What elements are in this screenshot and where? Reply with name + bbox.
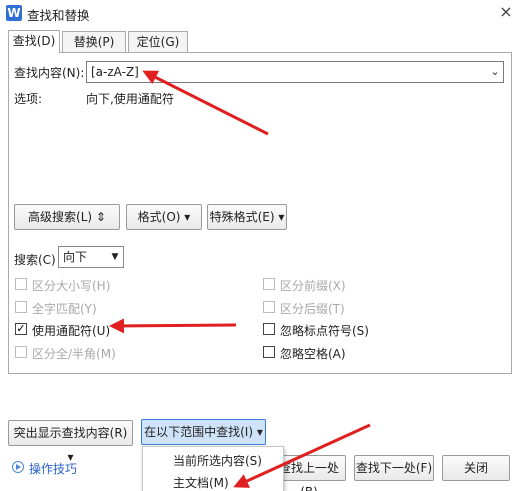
match-prefix-label: 区分前缀(X) — [280, 279, 346, 293]
find-what-label: 查找内容(N): — [14, 66, 85, 80]
wps-writer-icon: W — [6, 5, 22, 21]
special-format-button[interactable]: 特殊格式(E) ▾ — [207, 204, 287, 230]
tips-link[interactable]: 操作技巧 — [29, 460, 77, 477]
match-prefix-checkbox[interactable] — [263, 278, 275, 290]
format-button[interactable]: 格式(O) ▾ — [126, 204, 202, 230]
find-in-scope-button[interactable]: 在以下范围中查找(I) ▾ — [141, 419, 266, 445]
options-label: 选项: — [14, 92, 43, 106]
use-wildcards-checkbox[interactable]: ✓ — [15, 323, 27, 335]
ignore-punctuation-checkbox[interactable] — [263, 323, 275, 335]
whole-word-label: 全字匹配(Y) — [32, 302, 97, 316]
whole-word-checkbox[interactable] — [15, 301, 27, 313]
checkmark-icon: ✓ — [16, 322, 26, 335]
find-next-button[interactable]: 查找下一处(F) — [354, 455, 434, 481]
advanced-search-button[interactable]: 高级搜索(L) ⇕ — [14, 204, 120, 230]
scope-menu: 当前所选内容(S) 主文档(M) — [142, 446, 284, 491]
close-icon[interactable]: × — [496, 2, 516, 22]
search-direction-label: 搜索(C) — [14, 253, 56, 267]
match-case-checkbox[interactable] — [15, 278, 27, 290]
match-width-checkbox[interactable] — [15, 346, 27, 358]
match-suffix-label: 区分后缀(T) — [280, 302, 345, 316]
menu-item-current-selection[interactable]: 当前所选内容(S) — [143, 450, 283, 472]
close-button[interactable]: 关闭 — [442, 455, 510, 481]
ignore-space-checkbox[interactable] — [263, 346, 275, 358]
menu-item-main-document[interactable]: 主文档(M) — [143, 472, 283, 491]
ignore-punctuation-label: 忽略标点符号(S) — [280, 324, 369, 338]
highlight-results-button[interactable]: 突出显示查找内容(R) ▾ — [8, 420, 133, 464]
match-width-label: 区分全/半角(M) — [32, 347, 116, 361]
chevron-down-icon[interactable]: ⌄ — [488, 62, 502, 82]
play-icon[interactable] — [12, 461, 24, 473]
tab-find[interactable]: 查找(D) — [8, 30, 60, 53]
use-wildcards-label: 使用通配符(U) — [32, 324, 111, 338]
dropdown-arrow-icon[interactable]: ▼ — [108, 247, 122, 267]
match-case-label: 区分大小写(H) — [32, 279, 111, 293]
find-what-input[interactable]: [a-zA-Z] — [86, 61, 504, 83]
match-suffix-checkbox[interactable] — [263, 301, 275, 313]
window-title: 查找和替换 — [27, 8, 90, 23]
tab-goto[interactable]: 定位(G) — [128, 31, 188, 52]
ignore-space-label: 忽略空格(A) — [280, 347, 346, 361]
options-value: 向下,使用通配符 — [86, 92, 174, 106]
tab-replace[interactable]: 替换(P) — [62, 31, 126, 52]
